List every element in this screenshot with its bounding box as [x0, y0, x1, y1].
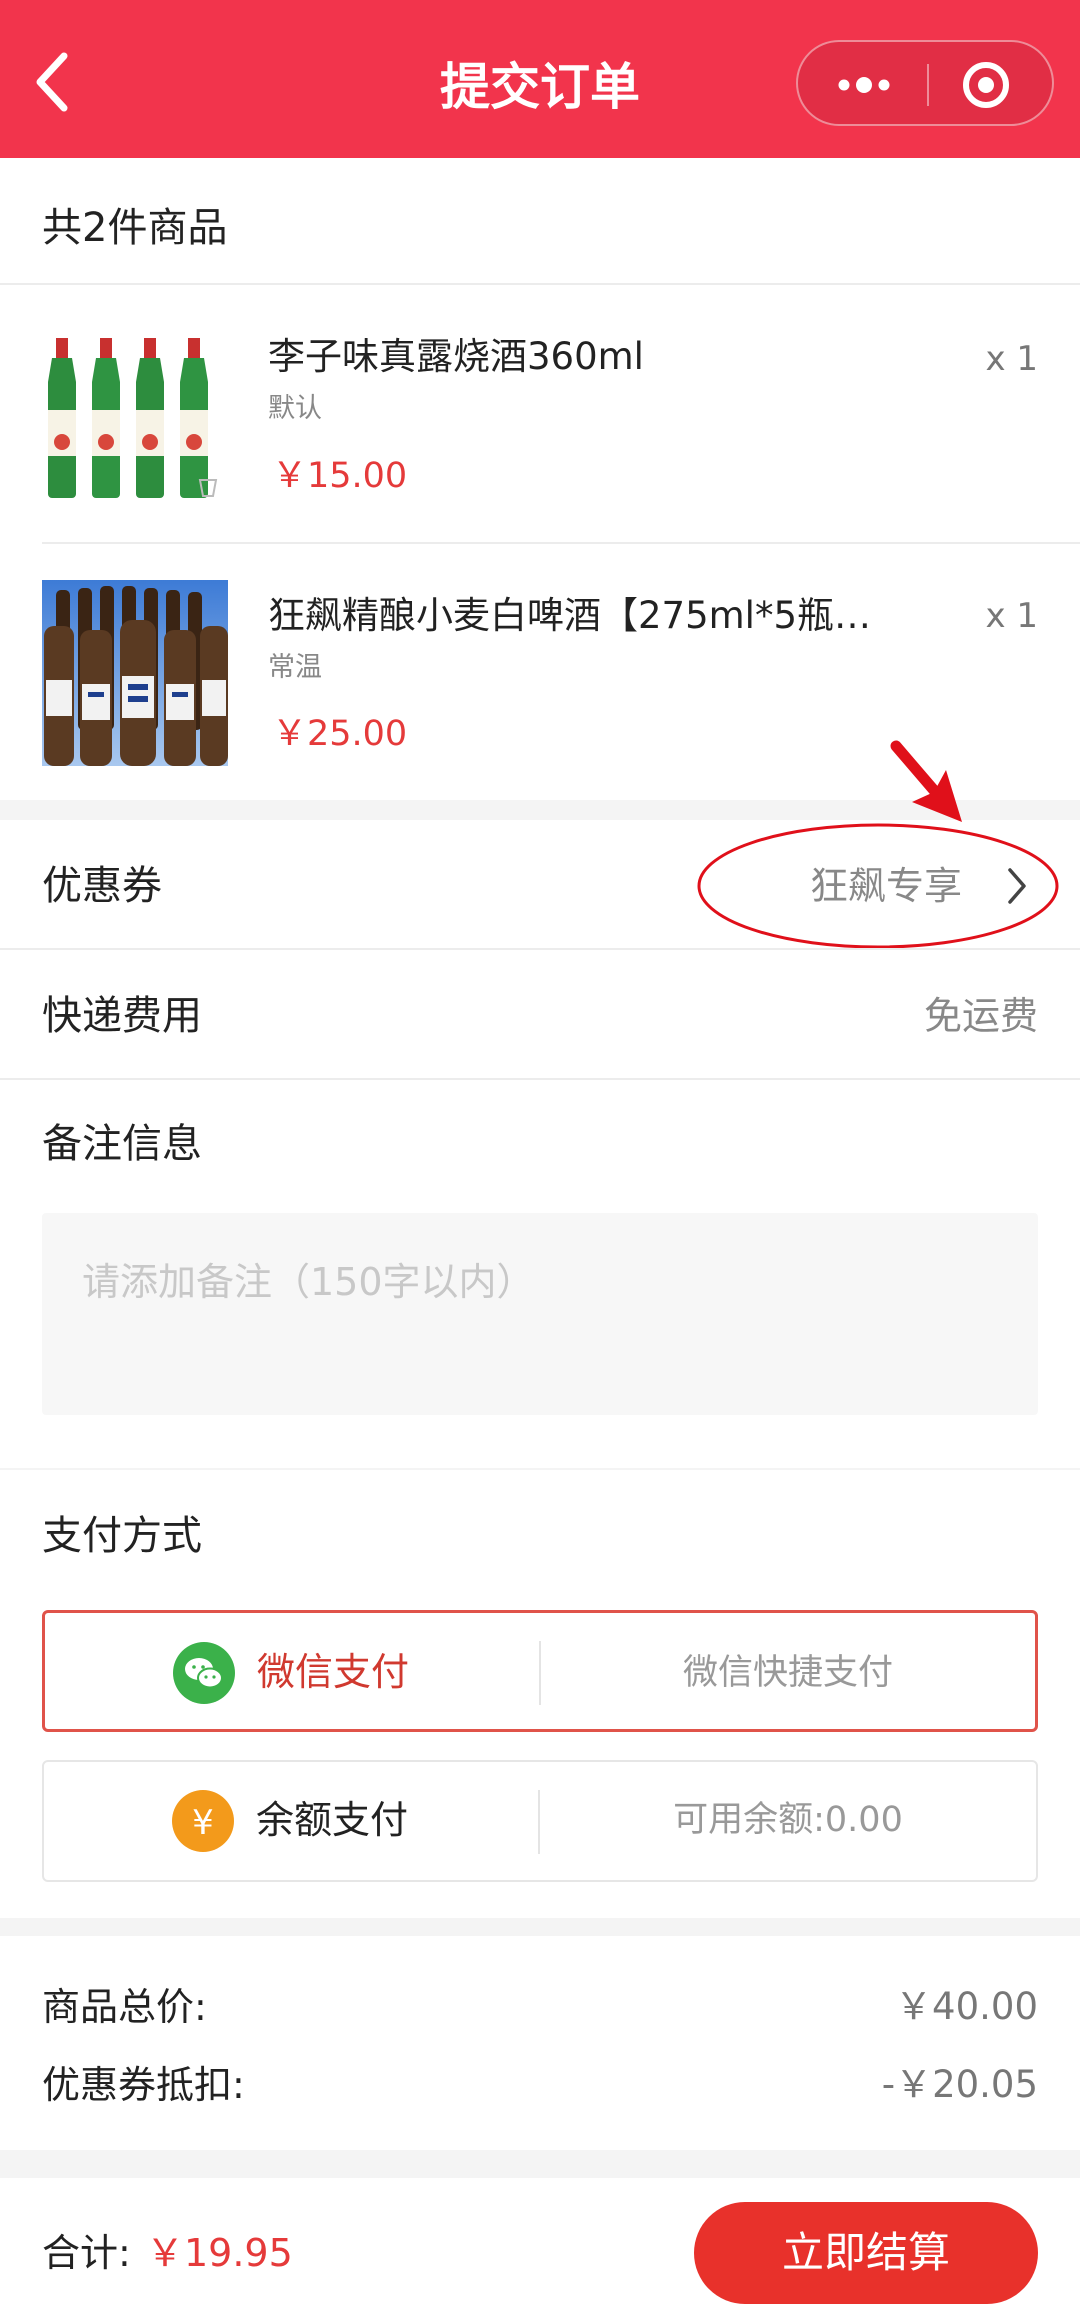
capsule-divider [927, 64, 929, 106]
payment-label: 支付方式 [42, 1513, 202, 1559]
total-label: 合计: [42, 2231, 131, 2275]
divider [0, 283, 1080, 285]
yen-icon: ¥ [172, 1790, 234, 1852]
product-price: ￥25.00 [272, 714, 408, 754]
product-name: 狂飙精酿小麦白啤酒【275ml*5瓶… [268, 594, 871, 637]
product-name: 李子味真露烧酒360ml [268, 335, 644, 378]
divider [0, 948, 1080, 950]
product-price: ￥15.00 [272, 456, 408, 496]
close-miniprogram-button[interactable] [958, 57, 1014, 113]
product-thumbnail [42, 330, 228, 516]
more-dots-icon [838, 77, 890, 93]
coupon-discount-value: -￥20.05 [881, 2063, 1038, 2106]
more-button[interactable] [828, 60, 898, 110]
annotation-arrow-icon [697, 740, 1059, 949]
product-quantity: x 1 [985, 339, 1038, 379]
coupon-discount-label: 优惠券抵扣: [42, 2063, 245, 2107]
target-circle-icon [963, 62, 1009, 108]
payment-method-desc: 微信快捷支付 [682, 1653, 893, 1693]
divider [0, 1078, 1080, 1080]
checkout-button[interactable]: 立即结算 [694, 2202, 1038, 2304]
product-quantity: x 1 [985, 596, 1038, 636]
remark-label: 备注信息 [42, 1121, 202, 1167]
remark-input[interactable] [42, 1213, 1038, 1415]
coupon-label: 优惠券 [42, 863, 162, 909]
product-spec: 常温 [268, 652, 322, 683]
payment-option-balance[interactable]: ¥ 余额支付 可用余额:0.00 [42, 1760, 1038, 1882]
product-spec: 默认 [268, 393, 322, 424]
shipping-label: 快递费用 [42, 993, 202, 1039]
title-bar: 提交订单 [0, 0, 1080, 158]
item-count-label: 共2件商品 [42, 205, 228, 251]
divider [42, 542, 1080, 544]
svg-text:¥: ¥ [192, 1803, 214, 1843]
payment-method-name: 微信支付 [257, 1650, 410, 1694]
payment-method-desc: 可用余额:0.00 [673, 1800, 903, 1840]
shipping-value: 免运费 [923, 994, 1038, 1038]
goods-total-label: 商品总价: [42, 1985, 207, 2029]
price-summary-section [0, 1936, 1080, 2150]
goods-total-value: ￥40.00 [895, 1985, 1038, 2028]
total-value: ￥19.95 [146, 2231, 293, 2275]
payment-option-wechat[interactable]: 微信支付 微信快捷支付 [42, 1610, 1038, 1732]
payment-method-name: 余额支付 [256, 1798, 409, 1842]
miniprogram-capsule [796, 40, 1054, 126]
wechat-icon [173, 1642, 235, 1704]
product-thumbnail [42, 580, 228, 766]
